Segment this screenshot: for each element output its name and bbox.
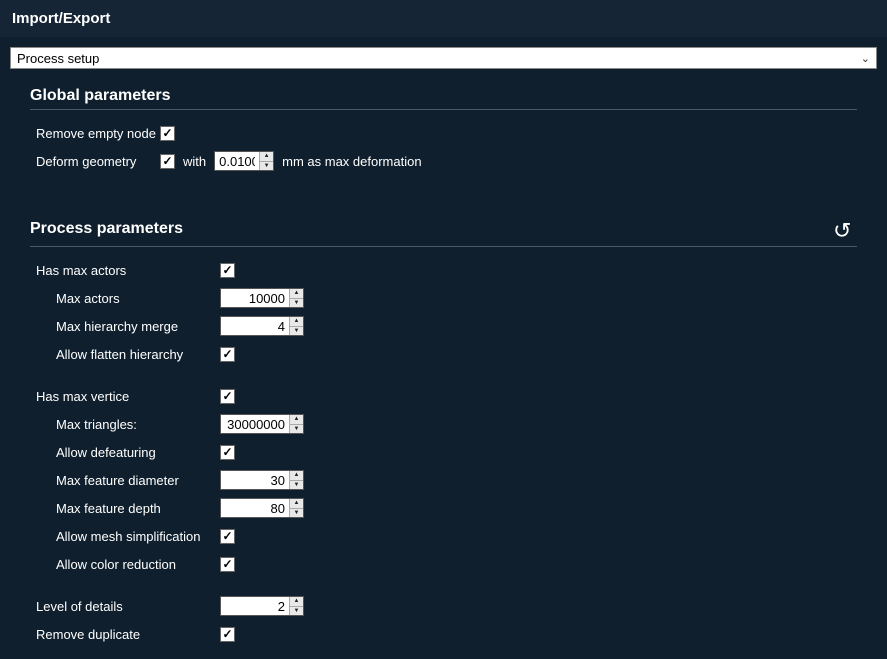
max-feature-diameter-spin-buttons: ▲ ▼ <box>289 471 303 489</box>
max-triangles-spinbox[interactable]: ▲ ▼ <box>220 414 304 434</box>
remove-empty-node-checkbox[interactable] <box>160 126 175 141</box>
max-feature-diameter-label: Max feature diameter <box>30 473 220 488</box>
max-actors-row: Max actors ▲ ▼ <box>30 285 857 311</box>
chevron-down-icon: ⌄ <box>861 52 870 65</box>
deform-value-spinbox[interactable]: ▲ ▼ <box>214 151 274 171</box>
remove-duplicate-label: Remove duplicate <box>30 627 220 642</box>
panel-title: Import/Export <box>12 10 110 27</box>
has-max-actors-row: Has max actors <box>30 257 857 283</box>
has-max-actors-checkbox[interactable] <box>220 263 235 278</box>
deform-suffix-text: mm as max deformation <box>282 154 421 169</box>
deform-geometry-row: Deform geometry with ▲ ▼ mm as max defor… <box>30 148 857 174</box>
has-max-vertice-label: Has max vertice <box>30 389 220 404</box>
deform-value-input[interactable] <box>215 152 259 170</box>
max-hierarchy-merge-spin-up[interactable]: ▲ <box>290 317 303 327</box>
remove-empty-node-label: Remove empty node <box>30 126 160 141</box>
panel-header: Import/Export <box>0 0 887 37</box>
max-feature-diameter-row: Max feature diameter ▲ ▼ <box>30 467 857 493</box>
max-actors-spin-buttons: ▲ ▼ <box>289 289 303 307</box>
max-triangles-spin-up[interactable]: ▲ <box>290 415 303 425</box>
max-triangles-spin-down[interactable]: ▼ <box>290 425 303 434</box>
max-actors-spin-up[interactable]: ▲ <box>290 289 303 299</box>
dropdown-selected-label: Process setup <box>17 51 99 66</box>
max-actors-spin-down[interactable]: ▼ <box>290 299 303 308</box>
allow-defeaturing-label: Allow defeaturing <box>30 445 220 460</box>
deform-geometry-label: Deform geometry <box>30 154 160 169</box>
max-hierarchy-merge-spin-down[interactable]: ▼ <box>290 327 303 336</box>
max-actors-input[interactable] <box>221 289 289 307</box>
remove-duplicate-checkbox[interactable] <box>220 627 235 642</box>
global-parameters-title: Global parameters <box>30 87 857 105</box>
max-triangles-input[interactable] <box>221 415 289 433</box>
max-feature-depth-input[interactable] <box>221 499 289 517</box>
level-of-details-spin-up[interactable]: ▲ <box>290 597 303 607</box>
max-hierarchy-merge-spin-buttons: ▲ ▼ <box>289 317 303 335</box>
max-hierarchy-merge-label: Max hierarchy merge <box>30 319 220 334</box>
max-feature-depth-spinbox[interactable]: ▲ ▼ <box>220 498 304 518</box>
reset-icon[interactable]: ↻ <box>827 216 857 246</box>
max-actors-spinbox[interactable]: ▲ ▼ <box>220 288 304 308</box>
allow-flatten-hierarchy-row: Allow flatten hierarchy <box>30 341 857 367</box>
max-feature-diameter-spin-up[interactable]: ▲ <box>290 471 303 481</box>
allow-mesh-simplification-label: Allow mesh simplification <box>30 529 220 544</box>
remove-empty-node-row: Remove empty node <box>30 120 857 146</box>
process-parameters-title: Process parameters <box>30 220 183 238</box>
level-of-details-row: Level of details ▲ ▼ <box>30 593 857 619</box>
level-of-details-spin-buttons: ▲ ▼ <box>289 597 303 615</box>
max-triangles-label: Max triangles: <box>30 417 220 432</box>
level-of-details-input[interactable] <box>221 597 289 615</box>
max-hierarchy-merge-spinbox[interactable]: ▲ ▼ <box>220 316 304 336</box>
allow-color-reduction-label: Allow color reduction <box>30 557 220 572</box>
remove-duplicate-row: Remove duplicate <box>30 621 857 647</box>
process-divider <box>30 246 857 247</box>
content-area: Global parameters Remove empty node Defo… <box>0 69 887 659</box>
process-setup-dropdown[interactable]: Process setup ⌄ <box>10 47 877 69</box>
deform-spin-down[interactable]: ▼ <box>260 162 273 171</box>
max-hierarchy-merge-input[interactable] <box>221 317 289 335</box>
allow-defeaturing-checkbox[interactable] <box>220 445 235 460</box>
allow-mesh-simplification-checkbox[interactable] <box>220 529 235 544</box>
max-feature-diameter-input[interactable] <box>221 471 289 489</box>
global-divider <box>30 109 857 110</box>
process-title-row: Process parameters ↻ <box>30 216 857 246</box>
max-triangles-row: Max triangles: ▲ ▼ <box>30 411 857 437</box>
deform-spin-up[interactable]: ▲ <box>260 152 273 162</box>
max-feature-diameter-spin-down[interactable]: ▼ <box>290 481 303 490</box>
max-feature-depth-spin-buttons: ▲ ▼ <box>289 499 303 517</box>
allow-flatten-hierarchy-label: Allow flatten hierarchy <box>30 347 220 362</box>
allow-defeaturing-row: Allow defeaturing <box>30 439 857 465</box>
deform-geometry-checkbox[interactable] <box>160 154 175 169</box>
has-max-vertice-checkbox[interactable] <box>220 389 235 404</box>
max-feature-depth-spin-down[interactable]: ▼ <box>290 509 303 518</box>
deform-with-text: with <box>183 154 206 169</box>
has-max-actors-label: Has max actors <box>30 263 220 278</box>
has-max-vertice-row: Has max vertice <box>30 383 857 409</box>
allow-color-reduction-row: Allow color reduction <box>30 551 857 577</box>
max-feature-diameter-spinbox[interactable]: ▲ ▼ <box>220 470 304 490</box>
allow-mesh-simplification-row: Allow mesh simplification <box>30 523 857 549</box>
allow-flatten-hierarchy-checkbox[interactable] <box>220 347 235 362</box>
max-hierarchy-merge-row: Max hierarchy merge ▲ ▼ <box>30 313 857 339</box>
max-feature-depth-label: Max feature depth <box>30 501 220 516</box>
max-feature-depth-spin-up[interactable]: ▲ <box>290 499 303 509</box>
max-actors-label: Max actors <box>30 291 220 306</box>
level-of-details-label: Level of details <box>30 599 220 614</box>
allow-color-reduction-checkbox[interactable] <box>220 557 235 572</box>
max-feature-depth-row: Max feature depth ▲ ▼ <box>30 495 857 521</box>
deform-spin-buttons: ▲ ▼ <box>259 152 273 170</box>
level-of-details-spinbox[interactable]: ▲ ▼ <box>220 596 304 616</box>
dropdown-container: Process setup ⌄ <box>0 37 887 69</box>
level-of-details-spin-down[interactable]: ▼ <box>290 607 303 616</box>
max-triangles-spin-buttons: ▲ ▼ <box>289 415 303 433</box>
